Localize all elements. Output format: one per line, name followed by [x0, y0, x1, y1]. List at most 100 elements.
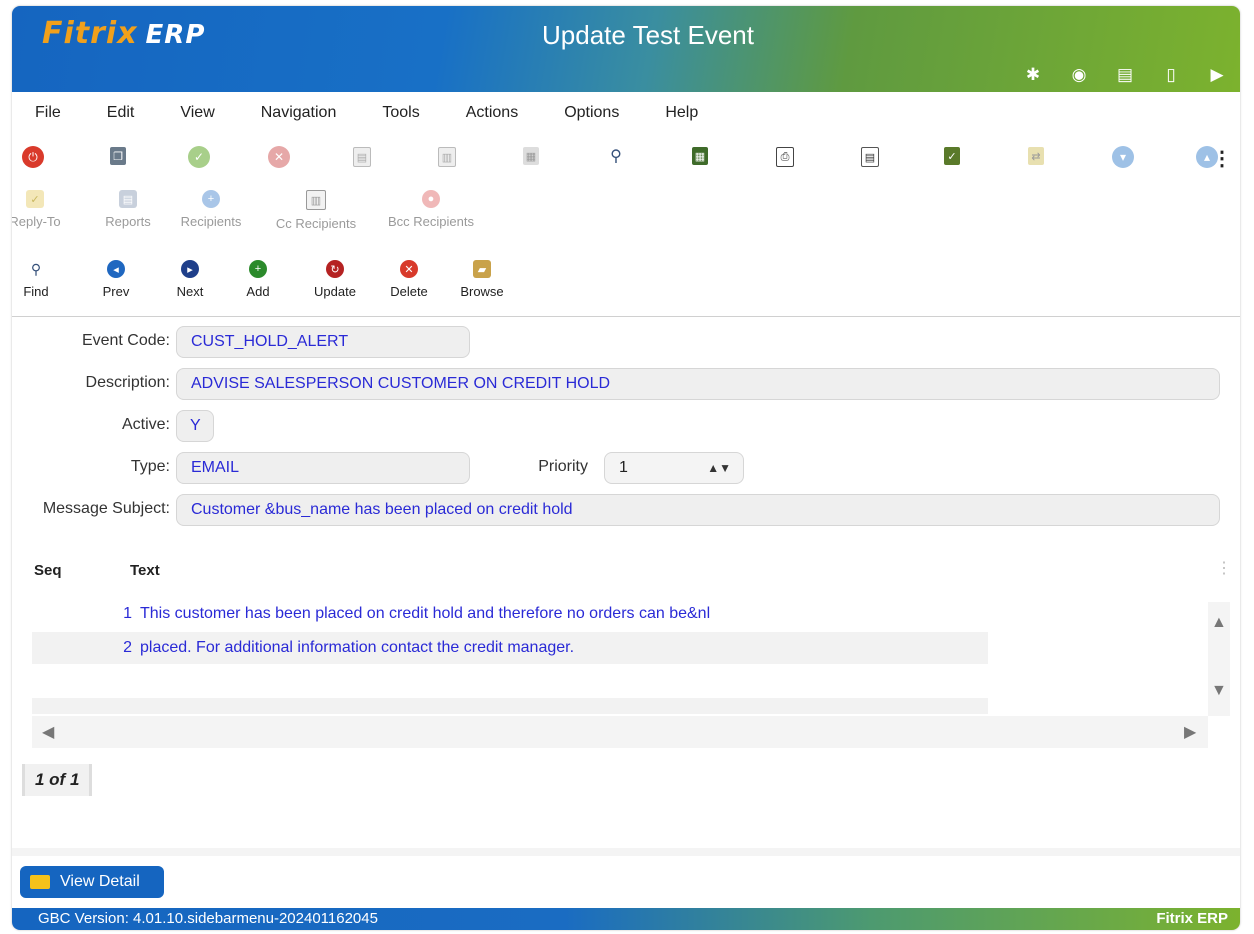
row-seq: 1	[123, 605, 132, 622]
menu-actions[interactable]: Actions	[455, 104, 529, 122]
next-button[interactable]: ▸ Next	[172, 254, 208, 299]
seq-header[interactable]: Seq	[34, 562, 62, 579]
scroll-down-icon[interactable]: ▼	[1211, 682, 1227, 700]
zoom-icon[interactable]: ⚲	[608, 147, 624, 165]
reports-icon: ▤	[119, 190, 137, 208]
document-icon[interactable]: ▯	[1148, 62, 1194, 88]
power-icon[interactable]: ⏻	[22, 146, 44, 168]
event-code-field[interactable]: CUST_HOLD_ALERT	[176, 326, 470, 358]
duplicate-icon[interactable]: ▥	[438, 147, 456, 167]
table-row[interactable]: 2 placed. For additional information con…	[32, 632, 988, 664]
document-filled-icon[interactable]: ▤	[1102, 62, 1148, 88]
reply-to-icon: ✓	[26, 190, 44, 208]
menu-file[interactable]: File	[24, 104, 72, 122]
type-field[interactable]: EMAIL	[176, 452, 470, 484]
row-text: placed. For additional information conta…	[140, 639, 575, 656]
menu-edit[interactable]: Edit	[96, 104, 146, 122]
view-detail-icon	[30, 875, 50, 889]
table-row-empty[interactable]	[32, 666, 988, 698]
more-options-icon[interactable]: ⋮	[1212, 146, 1232, 171]
scroll-up-icon[interactable]: ▲	[1211, 614, 1227, 632]
subject-field[interactable]: Customer &bus_name has been placed on cr…	[176, 494, 1220, 526]
add-label: Add	[246, 284, 270, 299]
prev-button[interactable]: ◂ Prev	[98, 254, 134, 299]
priority-select[interactable]: 1 ▲▼	[604, 452, 744, 484]
subject-label: Message Subject:	[42, 500, 170, 517]
table-row[interactable]: 1 This customer has been placed on credi…	[32, 598, 988, 630]
accept-icon[interactable]: ✓	[188, 146, 210, 168]
calendar-icon[interactable]: ▦	[692, 147, 708, 165]
note-icon[interactable]: ▤	[861, 147, 879, 167]
bcc-recipients-button[interactable]: ● Bcc Recipients	[380, 184, 482, 229]
find-button[interactable]: ⚲ Find	[20, 254, 52, 300]
window-title-wrap: Update Test Event	[12, 20, 1240, 51]
recipients-button[interactable]: + Recipients	[172, 184, 250, 229]
add-button[interactable]: + Add	[242, 254, 274, 299]
delete-icon: ✕	[400, 260, 418, 278]
menu-bar: File Edit View Navigation Tools Actions …	[12, 94, 1240, 132]
prev-label: Prev	[102, 284, 130, 299]
find-label: Find	[23, 284, 49, 299]
cc-recipients-button[interactable]: ▥ Cc Recipients	[268, 184, 364, 231]
vertical-scrollbar[interactable]: ▲ ▼	[1208, 602, 1230, 716]
gbc-version: GBC Version: 4.01.10.sidebarmenu-2024011…	[38, 910, 378, 927]
status-brand: Fitrix ERP	[1156, 910, 1228, 927]
active-label: Active:	[121, 416, 170, 433]
view-detail-button[interactable]: View Detail	[20, 866, 164, 898]
cc-recipients-label: Cc Recipients	[275, 216, 357, 231]
chip-icon[interactable]: ◉	[1056, 62, 1102, 88]
delete-button[interactable]: ✕ Delete	[386, 254, 432, 299]
find-icon: ⚲	[30, 260, 42, 277]
reports-label: Reports	[105, 214, 151, 229]
menu-help[interactable]: Help	[654, 104, 709, 122]
menu-options[interactable]: Options	[553, 104, 630, 122]
menu-tools[interactable]: Tools	[371, 104, 430, 122]
cancel-icon[interactable]: ✕	[268, 146, 290, 168]
row-text: This customer has been placed on credit …	[140, 605, 711, 622]
gear-icon[interactable]: ✱	[1010, 62, 1056, 88]
update-icon: ↻	[326, 260, 344, 278]
bcc-recipients-icon: ●	[422, 190, 440, 208]
update-button[interactable]: ↻ Update	[308, 254, 362, 299]
attach-icon[interactable]: ⎙	[776, 147, 794, 167]
reply-to-label: Reply-To	[12, 214, 61, 229]
update-label: Update	[314, 284, 356, 299]
prev-icon: ◂	[107, 260, 125, 278]
description-field[interactable]: ADVISE SALESPERSON CUSTOMER ON CREDIT HO…	[176, 368, 1220, 400]
app-window: Fitrix ERP Update Test Event ✱ ◉ ▤ ▯ ▶ Fi…	[12, 6, 1240, 930]
reports-button[interactable]: ▤ Reports	[100, 184, 156, 229]
play-icon[interactable]: ▶	[1194, 62, 1240, 88]
recipients-label: Recipients	[180, 214, 242, 229]
event-code-label: Event Code:	[81, 332, 170, 349]
table-row-empty[interactable]	[32, 698, 988, 714]
scroll-left-icon[interactable]: ◀	[42, 722, 54, 742]
type-label: Type:	[130, 458, 170, 475]
scroll-right-icon[interactable]: ▶	[1184, 722, 1196, 742]
toolbar-separator	[12, 316, 1240, 317]
menu-view[interactable]: View	[169, 104, 225, 122]
browse-button[interactable]: ▰ Browse	[454, 254, 510, 299]
row-seq: 2	[123, 639, 132, 656]
down-icon[interactable]: ▾	[1112, 146, 1134, 168]
active-field[interactable]: Y	[176, 410, 214, 442]
text-header[interactable]: Text	[130, 562, 160, 579]
title-icons: ✱ ◉ ▤ ▯ ▶	[1010, 62, 1240, 88]
window-title: Update Test Event	[542, 20, 754, 50]
checklist-icon[interactable]: ✓	[944, 147, 960, 165]
select-arrows-icon: ▲▼	[707, 461, 731, 475]
next-label: Next	[176, 284, 204, 299]
copy-icon[interactable]: ❐	[110, 147, 126, 165]
reply-to-button[interactable]: ✓ Reply-To	[12, 184, 61, 229]
description-label: Description:	[85, 374, 170, 391]
barcode-icon[interactable]: ▦	[523, 147, 539, 165]
grid-options-icon[interactable]: ⋮	[1216, 558, 1232, 578]
transfer-icon[interactable]: ⇄	[1028, 147, 1044, 165]
status-bar: GBC Version: 4.01.10.sidebarmenu-2024011…	[12, 908, 1240, 930]
nav-toolbar: ⚲ Find ◂ Prev ▸ Next + Add ↻ Update ✕ De…	[12, 254, 1240, 304]
paste-icon[interactable]: ▤	[353, 147, 371, 167]
browse-label: Browse	[460, 284, 504, 299]
secondary-toolbar: ✓ Reply-To ▤ Reports + Recipients ▥ Cc R…	[12, 184, 1240, 234]
view-detail-label: View Detail	[60, 873, 140, 890]
menu-navigation[interactable]: Navigation	[250, 104, 348, 122]
horizontal-scrollbar[interactable]: ◀ ▶	[32, 716, 1208, 748]
